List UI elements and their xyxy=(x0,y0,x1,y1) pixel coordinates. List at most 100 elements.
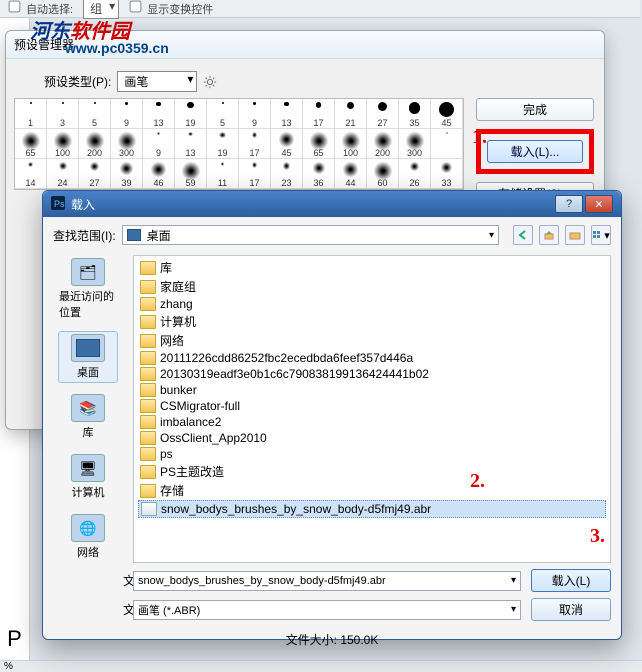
brush-swatch[interactable]: 11 xyxy=(207,159,239,189)
brush-swatch[interactable]: 300 xyxy=(111,129,143,159)
dialog-load-button[interactable]: 载入(L) xyxy=(531,569,611,592)
folder-icon xyxy=(140,399,156,413)
brush-swatch[interactable]: 60 xyxy=(367,159,399,189)
brush-swatch[interactable]: 23 xyxy=(271,159,303,189)
brush-swatch[interactable]: 13 xyxy=(143,99,175,129)
file-item[interactable]: imbalance2 xyxy=(138,414,606,430)
back-icon[interactable] xyxy=(513,225,533,245)
brush-swatch[interactable]: 3 xyxy=(47,99,79,129)
annotation-1: 1. xyxy=(472,126,487,149)
file-item[interactable]: 20130319eadf3e0b1c6c790838199136424441b0… xyxy=(138,366,606,382)
done-button[interactable]: 完成 xyxy=(476,98,594,121)
show-transform-checkbox[interactable]: 显示变换控件 xyxy=(129,0,213,17)
up-icon[interactable] xyxy=(539,225,559,245)
brush-swatch[interactable]: 200 xyxy=(367,129,399,159)
place-desktop[interactable]: 桌面 xyxy=(58,331,118,383)
lookup-combo[interactable]: 桌面 ▾ xyxy=(122,225,499,245)
brush-swatch[interactable]: 19 xyxy=(175,99,207,129)
file-item[interactable]: OssClient_App2010 xyxy=(138,430,606,446)
brush-swatch[interactable]: 35 xyxy=(399,99,431,129)
watermark-url: www.pc0359.cn xyxy=(65,40,169,56)
brush-swatch[interactable]: 44 xyxy=(335,159,367,189)
brush-swatch[interactable]: 39 xyxy=(111,159,143,189)
ps-icon: Ps xyxy=(51,196,65,213)
brush-swatch[interactable]: 36 xyxy=(303,159,335,189)
file-item[interactable]: PS主题改造 xyxy=(138,462,606,481)
brush-swatch[interactable]: 19 xyxy=(207,129,239,159)
brush-swatch[interactable]: 100 xyxy=(47,129,79,159)
annotation-3: 3. xyxy=(590,525,605,548)
preset-type-select[interactable]: 画笔 xyxy=(117,71,197,92)
place-network[interactable]: 🌐网络 xyxy=(58,511,118,563)
folder-icon xyxy=(140,465,156,479)
help-button[interactable]: ? xyxy=(555,195,583,213)
file-item[interactable]: snow_bodys_brushes_by_snow_body-d5fmj49.… xyxy=(138,500,606,518)
brush-swatch[interactable]: 21 xyxy=(335,99,367,129)
brush-swatch[interactable]: 13 xyxy=(175,129,207,159)
brush-swatch[interactable]: 13 xyxy=(271,99,303,129)
brush-swatch[interactable]: 65 xyxy=(303,129,335,159)
brush-swatch[interactable]: 45 xyxy=(271,129,303,159)
folder-icon xyxy=(140,334,156,348)
brush-swatch-grid[interactable]: 1359131959131721273545651002003009131917… xyxy=(14,98,464,190)
brush-swatch[interactable]: 9 xyxy=(239,99,271,129)
view-menu-icon[interactable]: ▾ xyxy=(591,225,611,245)
load-button[interactable]: 载入(L)... xyxy=(487,140,583,163)
brush-swatch[interactable]: 17 xyxy=(303,99,335,129)
brush-swatch[interactable]: 17 xyxy=(239,129,271,159)
file-item[interactable]: 库 xyxy=(138,258,606,277)
brush-swatch[interactable]: 27 xyxy=(79,159,111,189)
file-item[interactable]: CSMigrator-full xyxy=(138,398,606,414)
file-item[interactable]: 网络 xyxy=(138,331,606,350)
brush-swatch[interactable]: 59 xyxy=(175,159,207,189)
file-item[interactable]: 家庭组 xyxy=(138,277,606,296)
brush-swatch[interactable]: 17 xyxy=(239,159,271,189)
brush-swatch[interactable]: 33 xyxy=(431,159,463,189)
file-list[interactable]: 库家庭组zhang计算机网络20111226cdd86252fbc2ecedbd… xyxy=(133,255,611,563)
brush-swatch[interactable]: 200 xyxy=(79,129,111,159)
file-item[interactable]: zhang xyxy=(138,296,606,312)
brush-swatch[interactable] xyxy=(431,129,463,159)
dialog-title: 载入 xyxy=(71,196,95,213)
brush-swatch[interactable]: 5 xyxy=(79,99,111,129)
brush-swatch[interactable]: 9 xyxy=(143,129,175,159)
dialog-cancel-button[interactable]: 取消 xyxy=(531,598,611,621)
filetype-label: 文件类型(T): xyxy=(53,601,123,618)
folder-icon xyxy=(140,367,156,381)
folder-icon xyxy=(140,383,156,397)
brush-swatch[interactable]: 46 xyxy=(143,159,175,189)
brush-swatch[interactable]: 5 xyxy=(207,99,239,129)
places-bar: 🗂最近访问的位置桌面 📚库 🖥计算机 🌐网络 xyxy=(53,255,123,563)
brush-swatch[interactable]: 26 xyxy=(399,159,431,189)
file-item[interactable]: 计算机 xyxy=(138,312,606,331)
brush-swatch[interactable]: 300 xyxy=(399,129,431,159)
brush-swatch[interactable]: 100 xyxy=(335,129,367,159)
place-computer[interactable]: 🖥计算机 xyxy=(58,451,118,503)
file-item[interactable]: bunker xyxy=(138,382,606,398)
brush-swatch[interactable]: 14 xyxy=(15,159,47,189)
new-folder-icon[interactable] xyxy=(565,225,585,245)
place-libraries[interactable]: 📚库 xyxy=(58,391,118,443)
file-item[interactable]: 存储 xyxy=(138,481,606,500)
folder-icon xyxy=(140,261,156,275)
brush-swatch[interactable]: 27 xyxy=(367,99,399,129)
folder-icon xyxy=(140,415,156,429)
desktop-icon xyxy=(127,229,141,241)
folder-icon xyxy=(140,280,156,294)
file-item[interactable]: ps xyxy=(138,446,606,462)
filesize-text: 文件大小: 150.0K xyxy=(53,627,611,648)
place-recent[interactable]: 🗂最近访问的位置 xyxy=(58,255,118,323)
brush-swatch[interactable]: 1 xyxy=(15,99,47,129)
filename-field[interactable]: snow_bodys_brushes_by_snow_body-d5fmj49.… xyxy=(133,571,521,591)
close-button[interactable]: ✕ xyxy=(585,195,613,213)
filetype-field[interactable]: 画笔 (*.ABR)▾ xyxy=(133,600,521,620)
file-item[interactable]: 20111226cdd86252fbc2ecedbda6feef357d446a xyxy=(138,350,606,366)
brush-swatch[interactable]: 9 xyxy=(111,99,143,129)
gear-icon[interactable] xyxy=(203,75,217,89)
brush-swatch[interactable]: 45 xyxy=(431,99,463,129)
brush-swatch[interactable]: 24 xyxy=(47,159,79,189)
folder-icon xyxy=(141,502,157,516)
brush-swatch[interactable]: 65 xyxy=(15,129,47,159)
dialog-titlebar[interactable]: Ps 载入 ? ✕ xyxy=(43,191,621,217)
annotation-2: 2. xyxy=(470,470,485,493)
